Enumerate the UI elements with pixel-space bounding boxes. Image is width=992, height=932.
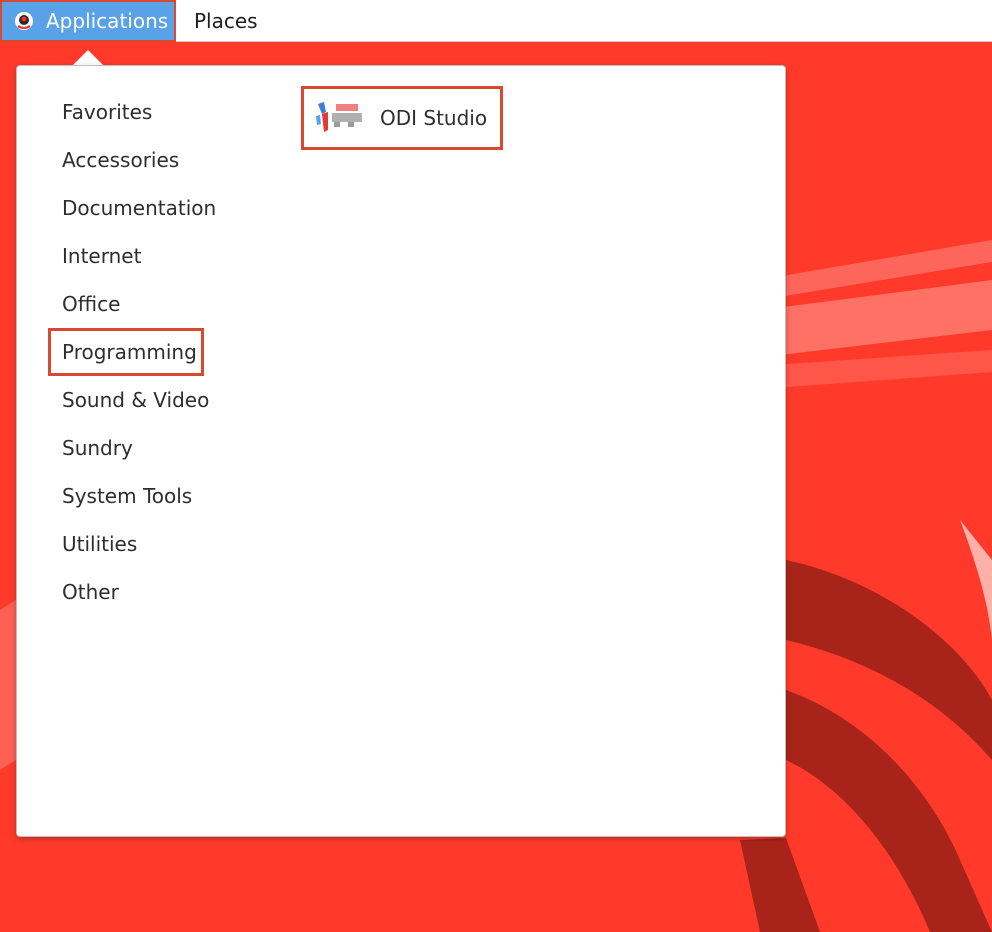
category-sound-video[interactable]: Sound & Video	[17, 376, 277, 424]
top-panel: Applications Places	[0, 0, 992, 42]
category-label: Accessories	[62, 148, 180, 172]
category-favorites[interactable]: Favorites	[17, 88, 277, 136]
app-label: ODI Studio	[380, 106, 488, 130]
category-documentation[interactable]: Documentation	[17, 184, 277, 232]
category-utilities[interactable]: Utilities	[17, 520, 277, 568]
category-other[interactable]: Other	[17, 568, 277, 616]
odi-studio-icon	[314, 98, 366, 138]
category-accessories[interactable]: Accessories	[17, 136, 277, 184]
menu-arrow	[72, 50, 104, 66]
category-label: Sundry	[62, 436, 133, 460]
places-label: Places	[194, 9, 258, 33]
places-menu-button[interactable]: Places	[194, 0, 258, 42]
category-label: Office	[62, 292, 121, 316]
applications-label: Applications	[46, 9, 169, 33]
category-office[interactable]: Office	[17, 280, 277, 328]
category-label: System Tools	[62, 484, 193, 508]
category-list: Favorites Accessories Documentation Inte…	[17, 88, 277, 616]
distro-logo-icon	[14, 11, 34, 31]
applications-menu-button[interactable]: Applications	[0, 0, 176, 42]
applications-menu: Favorites Accessories Documentation Inte…	[16, 65, 786, 837]
category-label: Documentation	[62, 196, 217, 220]
category-label: Favorites	[62, 100, 153, 124]
category-label: Other	[62, 580, 119, 604]
category-programming[interactable]: Programming	[17, 328, 277, 376]
category-label: Programming	[62, 340, 197, 364]
category-label: Utilities	[62, 532, 138, 556]
category-label: Internet	[62, 244, 142, 268]
category-internet[interactable]: Internet	[17, 232, 277, 280]
category-label: Sound & Video	[62, 388, 210, 412]
category-system-tools[interactable]: System Tools	[17, 472, 277, 520]
app-launcher-odi-studio[interactable]: ODI Studio	[301, 86, 503, 150]
category-sundry[interactable]: Sundry	[17, 424, 277, 472]
